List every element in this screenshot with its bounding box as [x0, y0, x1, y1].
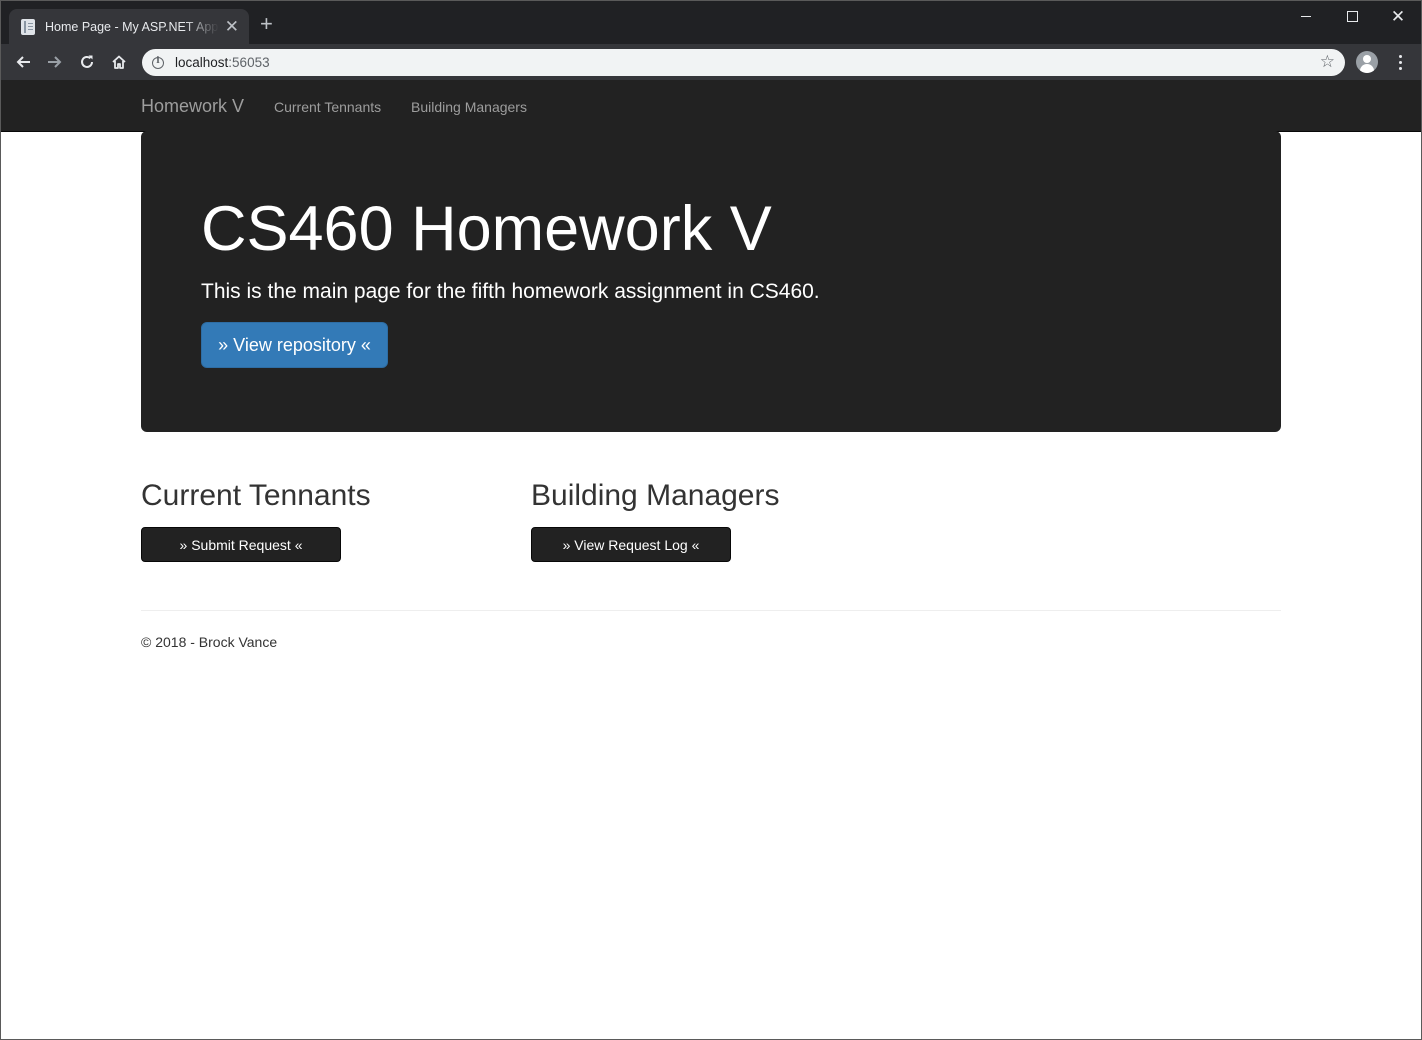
- window-minimize-button[interactable]: [1283, 1, 1329, 31]
- reload-icon[interactable]: [73, 48, 101, 76]
- browser-titlebar: Home Page - My ASP.NET Application ✕ + ✕: [1, 1, 1421, 44]
- footer-divider: [141, 610, 1281, 611]
- page-heading: CS460 Homework V: [201, 194, 772, 264]
- window-maximize-button[interactable]: [1329, 1, 1375, 31]
- bookmark-star-icon[interactable]: ☆: [1320, 52, 1335, 72]
- site-navbar: Homework V Current Tennants Building Man…: [1, 80, 1421, 132]
- close-icon: ✕: [1390, 6, 1406, 26]
- site-info-icon[interactable]: [152, 56, 164, 69]
- url-host: localhost: [175, 55, 229, 70]
- building-managers-section: Building Managers » View Request Log «: [531, 479, 780, 562]
- page-favicon-icon: [21, 18, 35, 35]
- lead-text: This is the main page for the fifth home…: [201, 280, 820, 303]
- address-bar[interactable]: localhost:56053 ☆: [142, 49, 1345, 76]
- maximize-icon: [1346, 10, 1358, 22]
- minimize-icon: [1301, 15, 1311, 17]
- jumbotron: CS460 Homework V This is the main page f…: [141, 131, 1281, 432]
- profile-avatar-icon[interactable]: [1356, 51, 1378, 73]
- nav-link-building-managers[interactable]: Building Managers: [411, 99, 527, 115]
- browser-toolbar: localhost:56053 ☆: [1, 44, 1421, 80]
- back-arrow-icon[interactable]: [9, 48, 37, 76]
- tab-close-icon[interactable]: ✕: [225, 18, 239, 35]
- view-request-log-button[interactable]: » View Request Log «: [531, 527, 731, 562]
- url-port: :56053: [228, 55, 270, 70]
- url-text[interactable]: localhost:56053: [175, 55, 270, 70]
- footer-copyright: © 2018 - Brock Vance: [141, 634, 278, 650]
- window-close-button[interactable]: ✕: [1375, 1, 1421, 31]
- browser-menu-icon[interactable]: [1390, 48, 1410, 76]
- navbar-brand[interactable]: Homework V: [141, 96, 244, 117]
- submit-request-button[interactable]: » Submit Request «: [141, 527, 341, 562]
- new-tab-plus-icon[interactable]: +: [260, 13, 273, 35]
- home-icon[interactable]: [105, 48, 133, 76]
- nav-link-current-tennants[interactable]: Current Tennants: [274, 99, 381, 115]
- tab-title: Home Page - My ASP.NET Application: [45, 19, 219, 34]
- current-tennants-section: Current Tennants » Submit Request «: [141, 479, 371, 562]
- forward-arrow-icon[interactable]: [41, 48, 69, 76]
- section-heading-building-managers: Building Managers: [531, 479, 780, 512]
- section-heading-current-tennants: Current Tennants: [141, 479, 371, 512]
- view-repository-button[interactable]: » View repository «: [201, 322, 388, 368]
- browser-tab[interactable]: Home Page - My ASP.NET Application ✕: [9, 9, 249, 44]
